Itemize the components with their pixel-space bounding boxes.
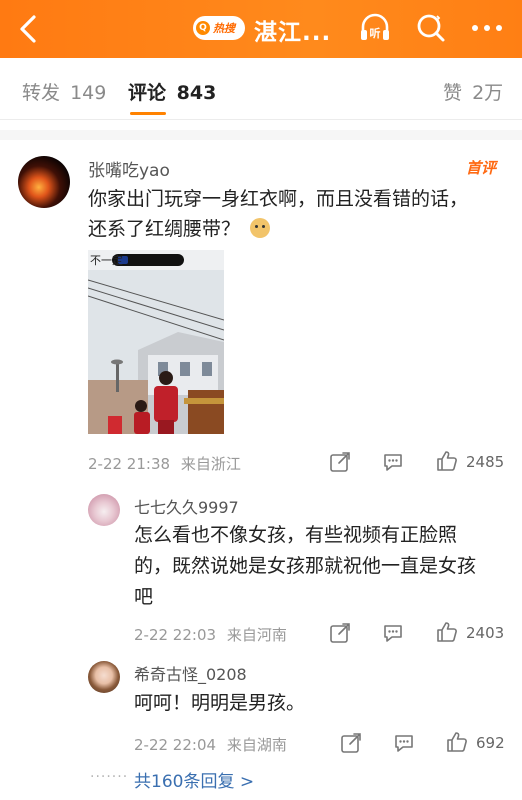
tab-likes[interactable]: 赞 2万 [443,78,503,105]
first-comment-badge: 首评 [466,159,497,177]
comment-username[interactable]: 张嘴吃yao [88,156,170,181]
reply-text-line-3: 吧 [134,586,154,608]
reply-text-line-1: 怎么看也不像女孩，有些视频有正脸照 [134,524,458,546]
comment-text-line-2-text: 还系了红绸腰带？ [88,218,241,240]
comment-photo[interactable]: 不一定 [88,250,224,434]
photo-scene: 不一定 [88,250,224,434]
page-title[interactable]: 湛江... [254,13,331,47]
more-replies-link[interactable]: 共160条回复 > [134,767,254,792]
svg-text:听: 听 [370,26,381,40]
reply-meta: 2-22 22:04 来自湖南 [134,734,287,755]
reply-username[interactable]: 希奇古怪_0208 [134,661,247,685]
comment-location: 来自浙江 [180,455,241,473]
like-count: 2485 [466,453,505,471]
like-icon[interactable] [446,731,468,753]
doge-emoji-icon [250,218,271,238]
back-arrow-icon[interactable] [14,12,44,46]
comment-text-line-2: 还系了红绸腰带？ [88,214,271,244]
like-icon[interactable] [436,621,458,643]
avatar[interactable] [18,156,70,208]
reply-location: 来自湖南 [226,736,287,754]
tab-reposts[interactable]: 转发 149 [22,78,106,105]
more-options-icon[interactable] [472,25,502,33]
tab-likes-label: 赞 [443,82,463,104]
tab-comments-label: 评论 [128,82,167,104]
like-count: 692 [476,734,505,752]
avatar[interactable] [88,661,120,693]
comment-meta: 2-22 21:38 来自浙江 [88,453,241,474]
tab-reposts-count: 149 [70,82,107,104]
reply-username[interactable]: 七七久久9997 [134,494,239,518]
reply-time: 2-22 22:03 [134,626,217,644]
active-tab-indicator [130,112,166,115]
reply-thread-dots: ······· [90,769,129,785]
photo-caption: 不一定 [90,253,123,267]
tab-likes-count: 2万 [472,82,504,104]
hot-search-icon: Q [196,21,210,35]
comment-text-line-1: 你家出门玩穿一身红衣啊，而且没看错的话， [88,188,469,210]
share-icon[interactable] [329,451,351,473]
section-divider [0,130,522,140]
reply-time: 2-22 22:04 [134,736,217,754]
comment-time: 2-22 21:38 [88,455,171,473]
tab-comments-count: 843 [176,82,217,104]
reply-comment-icon[interactable] [382,622,404,644]
reply-comment-icon[interactable] [393,732,415,754]
share-icon[interactable] [329,622,351,644]
tab-bar: 转发 149 评论 843 赞 2万 [0,58,522,120]
reply-location: 来自河南 [226,626,287,644]
tab-reposts-label: 转发 [22,82,61,104]
tab-comments[interactable]: 评论 843 [128,78,216,105]
listen-icon[interactable]: 听 [358,11,392,45]
share-icon[interactable] [340,732,362,754]
reply-text-line-2: 的，既然说她是女孩那就祝他一直是女孩 [134,555,477,577]
like-count: 2403 [466,624,505,642]
reply-text-line-1: 呵呵！明明是男孩。 [134,692,306,714]
top-bar: Q 热搜 湛江... 听 [0,0,522,58]
hot-search-label: 热搜 [213,22,235,35]
avatar[interactable] [88,494,120,526]
search-icon[interactable] [415,12,447,44]
reply-comment-icon[interactable] [382,451,404,473]
like-icon[interactable] [436,450,458,472]
reply-meta: 2-22 22:03 来自河南 [134,624,287,645]
hot-search-badge[interactable]: Q 热搜 [193,16,245,40]
